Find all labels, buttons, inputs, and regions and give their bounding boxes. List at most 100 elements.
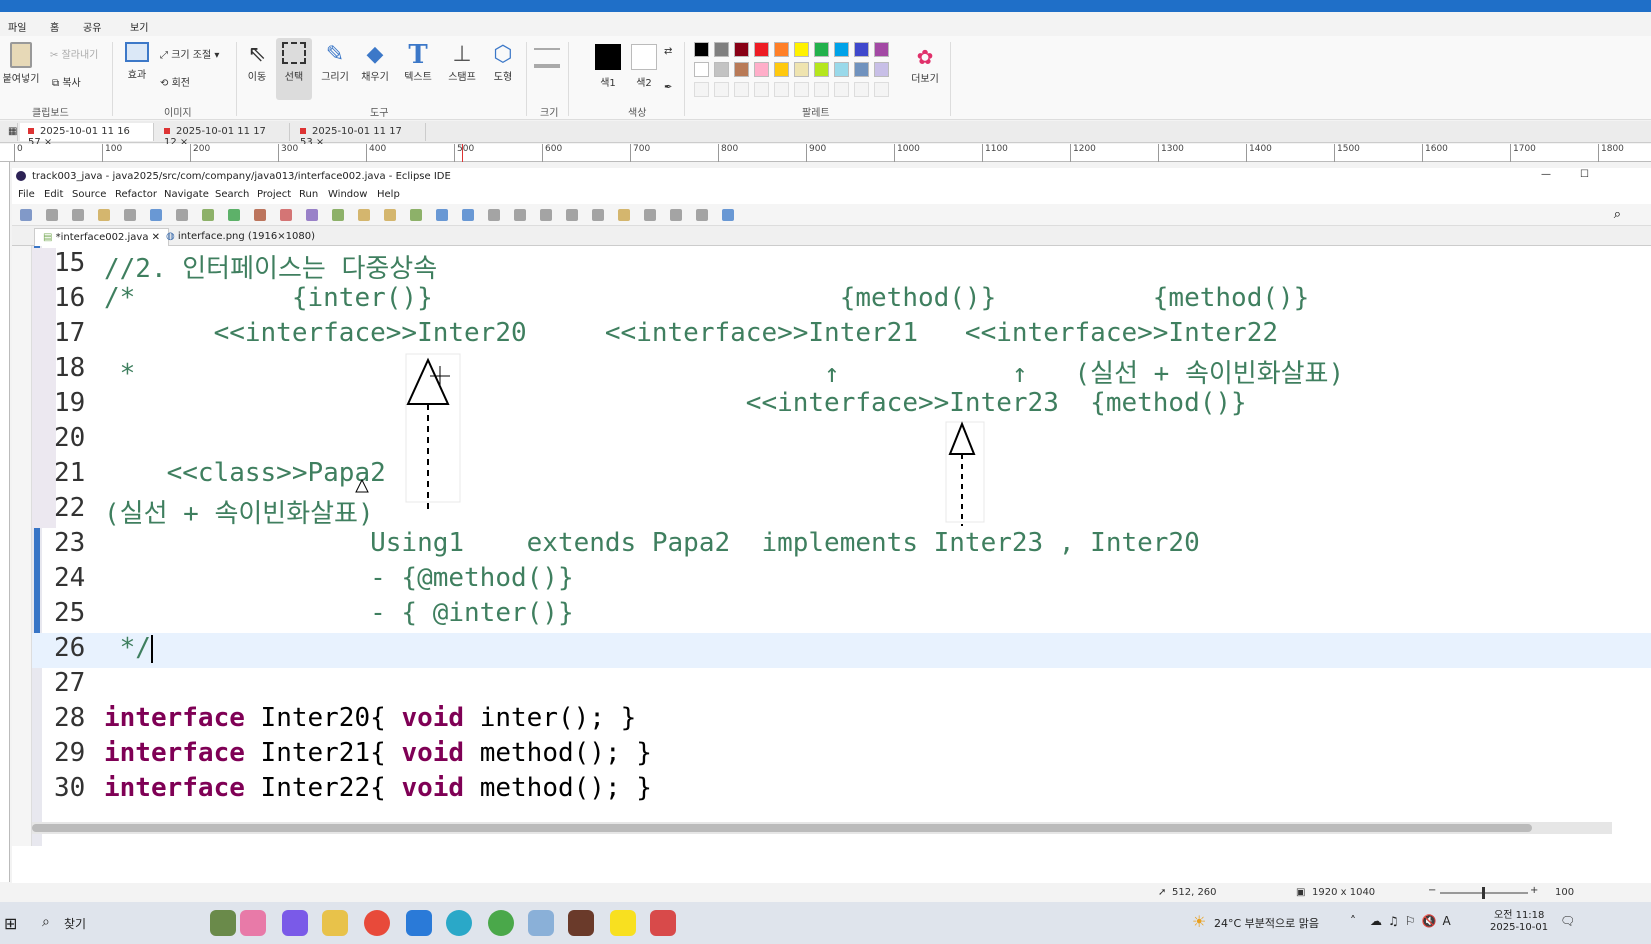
resize-button[interactable]: ⤢ 크기 조절 ▾: [160, 46, 219, 61]
stamp-tool[interactable]: ⊥ 스탬프: [445, 42, 479, 83]
edge-icon[interactable]: [446, 910, 472, 936]
palette-swatch[interactable]: [834, 42, 849, 57]
text-tool[interactable]: T 텍스트: [400, 42, 436, 83]
palette-swatch-empty[interactable]: [694, 82, 709, 97]
palette-swatch-empty[interactable]: [714, 82, 729, 97]
zoom-out-button[interactable]: −: [1428, 885, 1436, 896]
taskbar-search[interactable]: ⌕ 찾기: [34, 908, 274, 938]
color2-button[interactable]: 색2: [630, 44, 658, 89]
palette-swatch[interactable]: [794, 62, 809, 77]
clock-time[interactable]: 오전 11:18: [1494, 906, 1544, 921]
palette-swatch-empty[interactable]: [754, 82, 769, 97]
more-colors-button[interactable]: ✿ 더보기: [908, 44, 942, 85]
palette-swatch[interactable]: [854, 42, 869, 57]
image-tab-2[interactable]: 2025-10-01 11 17 12 ×: [156, 123, 290, 148]
zoom-slider-thumb[interactable]: [1482, 887, 1485, 899]
palette-swatch[interactable]: [834, 62, 849, 77]
color-group-label: 색상: [628, 108, 647, 119]
tools-group-label: 도구: [370, 108, 389, 119]
widget-icon[interactable]: [210, 910, 236, 936]
palette-swatch[interactable]: [874, 62, 889, 77]
separator: [236, 42, 237, 116]
draw-tool[interactable]: ✎ 그리기: [320, 42, 350, 83]
ruler-tick: 700: [630, 144, 650, 162]
vscode-icon[interactable]: [406, 910, 432, 936]
palette-swatch[interactable]: [734, 62, 749, 77]
tab-share[interactable]: 공유: [83, 19, 101, 34]
zoom-in-button[interactable]: +: [1530, 885, 1538, 896]
chevron-up-icon[interactable]: ˄: [1350, 914, 1356, 928]
color2-swatch: [631, 44, 657, 70]
text-icon: T: [408, 40, 428, 70]
palette-swatch[interactable]: [694, 42, 709, 57]
eclipse-app-icon[interactable]: [568, 910, 594, 936]
weather-text[interactable]: 24°C 부분적으로 맑음: [1214, 915, 1319, 931]
copilot-icon[interactable]: [282, 910, 308, 936]
copy-button[interactable]: ⧉ 복사: [52, 74, 81, 89]
app-icon[interactable]: [488, 910, 514, 936]
color1-button[interactable]: 색1: [594, 44, 622, 89]
palette-swatch[interactable]: [754, 62, 769, 77]
palette-swatch-empty[interactable]: [734, 82, 749, 97]
size-button[interactable]: [534, 44, 562, 68]
palette-swatch[interactable]: [714, 42, 729, 57]
system-tray-icons[interactable]: ☁♫⚐🔇A: [1370, 914, 1457, 928]
file-explorer-icon[interactable]: [322, 910, 348, 936]
horizontal-scrollbar[interactable]: [32, 822, 1612, 834]
palette-swatch[interactable]: [734, 42, 749, 57]
palette-swatch[interactable]: [694, 62, 709, 77]
palette-swatch[interactable]: [814, 62, 829, 77]
kakaotalk-icon[interactable]: [610, 910, 636, 936]
tab-view[interactable]: 보기: [130, 19, 148, 34]
palette-swatch[interactable]: [774, 62, 789, 77]
paste-button[interactable]: 붙여넣기: [2, 42, 40, 85]
flower-icon[interactable]: [240, 910, 266, 936]
swap-colors-icon[interactable]: ⇄: [664, 46, 672, 57]
dimensions-icon: ▣: [1296, 887, 1306, 898]
rotate-button[interactable]: ⟲ 회전: [160, 74, 190, 89]
ruler-tick: 500: [454, 144, 474, 162]
scrollbar-thumb[interactable]: [32, 824, 1532, 832]
fill-tool[interactable]: ◆ 채우기: [360, 42, 390, 83]
cursor-position: 512, 260: [1172, 887, 1217, 898]
palette-swatch-empty[interactable]: [834, 82, 849, 97]
palette-swatch-empty[interactable]: [794, 82, 809, 97]
effects-button[interactable]: 효과: [122, 42, 152, 81]
palette-swatch-empty[interactable]: [814, 82, 829, 97]
grid-icon[interactable]: ▦: [0, 123, 18, 141]
image-tab-3[interactable]: 2025-10-01 11 17 53 ×: [292, 123, 426, 148]
weather-icon[interactable]: ☀: [1192, 912, 1206, 931]
clock-date[interactable]: 2025-10-01: [1490, 922, 1548, 933]
shape-tool[interactable]: ⬡ 도형: [488, 42, 518, 83]
notification-icon[interactable]: 🗨: [1560, 914, 1575, 928]
tab-file[interactable]: 파일: [8, 19, 26, 34]
palette-swatch[interactable]: [854, 62, 869, 77]
zoom-slider[interactable]: [1440, 887, 1528, 899]
palette-swatch-empty[interactable]: [774, 82, 789, 97]
palette-swatch[interactable]: [794, 42, 809, 57]
paint-statusbar: ➚ 512, 260 ▣ 1920 x 1040 − + 100: [0, 884, 1651, 902]
ruler-tick: 1200: [1070, 144, 1096, 162]
move-tool[interactable]: ⇖ 이동: [244, 42, 270, 83]
taskbar: ⊞ ⌕ 찾기 ☀ 24°C 부분적으로 맑음 ˄ ☁♫⚐🔇A 오전 11:18 …: [0, 902, 1651, 944]
palette-swatch[interactable]: [774, 42, 789, 57]
app-icon[interactable]: [650, 910, 676, 936]
separator: [568, 42, 569, 116]
cut-button[interactable]: ✂ 잘라내기: [50, 46, 98, 61]
palette-swatch[interactable]: [814, 42, 829, 57]
ruler-tick: 1700: [1510, 144, 1536, 162]
chrome-icon[interactable]: [364, 910, 390, 936]
palette-swatch[interactable]: [754, 42, 769, 57]
ruler-tick: 1500: [1334, 144, 1360, 162]
window-titlebar: [0, 0, 1651, 12]
palette-swatch-empty[interactable]: [874, 82, 889, 97]
separator: [112, 42, 113, 116]
notepad-icon[interactable]: [528, 910, 554, 936]
eyedropper-icon[interactable]: ✒: [664, 82, 672, 93]
palette-swatch[interactable]: [714, 62, 729, 77]
image-tab-1[interactable]: 2025-10-01 11 16 57 ×: [20, 123, 154, 148]
windows-start-icon[interactable]: ⊞: [4, 914, 17, 933]
select-tool[interactable]: 선택: [276, 38, 312, 100]
palette-swatch[interactable]: [874, 42, 889, 57]
palette-swatch-empty[interactable]: [854, 82, 869, 97]
